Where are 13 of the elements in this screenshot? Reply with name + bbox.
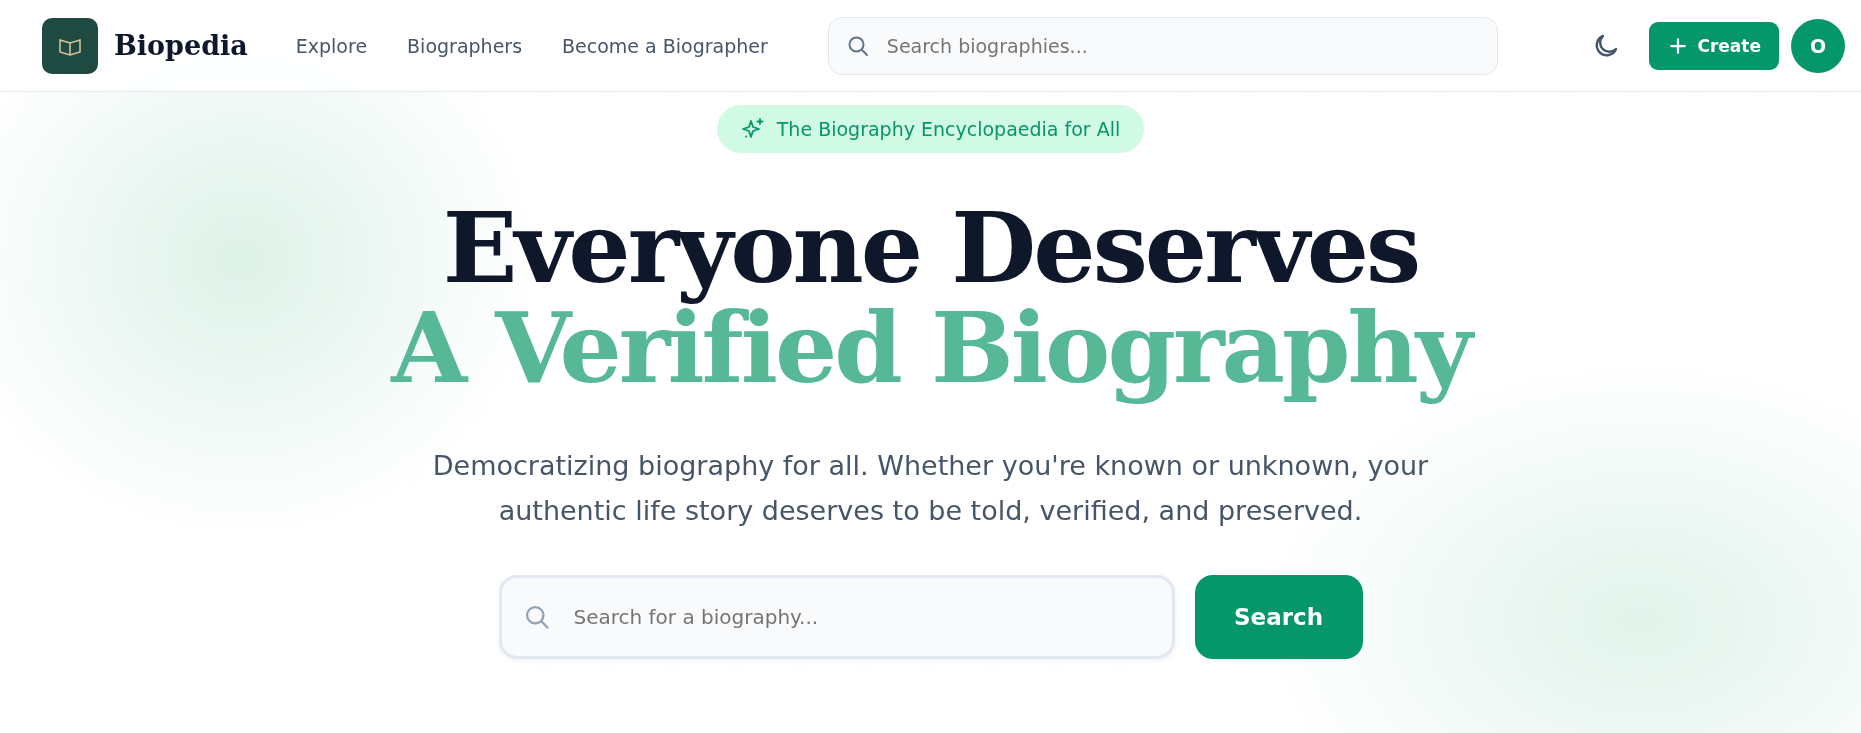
- search-button[interactable]: Search: [1194, 575, 1363, 659]
- search-field[interactable]: Search for a biography...: [498, 575, 1175, 659]
- hero-subtitle: Democratizing biography for all. Whether you're known or unknown, your authentic life story deserves to be told, verified, and preserved.: [431, 449, 1430, 528]
- plus-icon: [1669, 36, 1688, 55]
- search-field[interactable]: Search biographies...: [827, 16, 1498, 75]
- tagline-badge: The Biography Encyclopaedia for All: [716, 105, 1145, 153]
- book-logo-icon[interactable]: [42, 17, 98, 74]
- avatar[interactable]: O: [1791, 18, 1845, 73]
- nav-link[interactable]: Become a Biographer: [562, 34, 768, 57]
- nav-link[interactable]: Biographers: [407, 34, 523, 57]
- create-button[interactable]: Create: [1649, 21, 1779, 70]
- brand-name[interactable]: Biopedia: [114, 30, 248, 61]
- nav-link[interactable]: Explore: [295, 34, 368, 57]
